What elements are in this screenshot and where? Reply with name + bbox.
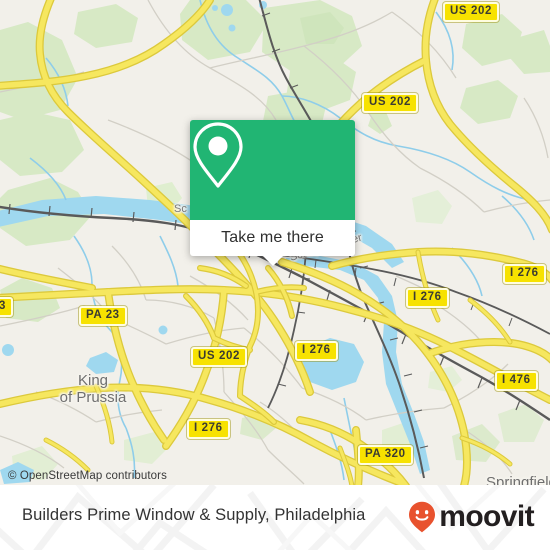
map-canvas[interactable]: King of Prussia Sc Schuylkill River Spri… (0, 0, 550, 485)
map-pin-icon (193, 122, 243, 188)
shield-us-202-lower[interactable]: US 202 (191, 347, 247, 367)
shield-pa-320[interactable]: PA 320 (358, 445, 413, 465)
moovit-wordmark: moovit (439, 500, 534, 533)
shield-i-276-right[interactable]: I 276 (503, 264, 546, 284)
shield-i-276-center[interactable]: I 276 (295, 341, 338, 361)
location-popup[interactable]: Take me there (190, 120, 355, 266)
shield-i-276-bottom[interactable]: I 276 (187, 419, 230, 439)
take-me-there-label: Take me there (221, 229, 324, 246)
shield-us-202-top[interactable]: US 202 (443, 2, 499, 22)
popup-tail (261, 255, 284, 266)
shield-us-202-upper[interactable]: US 202 (362, 93, 418, 113)
popup-header (190, 120, 355, 220)
popup-footer[interactable]: Take me there (190, 220, 355, 266)
bottom-bar: Builders Prime Window & Supply, Philadel… (0, 485, 550, 550)
osm-attribution[interactable]: © OpenStreetMap contributors (8, 470, 167, 482)
shield-pa-23-left[interactable]: 3 (0, 297, 13, 317)
moovit-map-page: King of Prussia Sc Schuylkill River Spri… (0, 0, 550, 550)
page-title: Builders Prime Window & Supply, Philadel… (22, 506, 366, 524)
moovit-pin-smile-icon (409, 501, 436, 533)
shield-pa-23[interactable]: PA 23 (79, 306, 127, 326)
moovit-logo[interactable]: moovit (408, 500, 535, 533)
shield-i-476[interactable]: I 476 (495, 371, 538, 391)
shield-i-276-mid[interactable]: I 276 (406, 288, 449, 308)
